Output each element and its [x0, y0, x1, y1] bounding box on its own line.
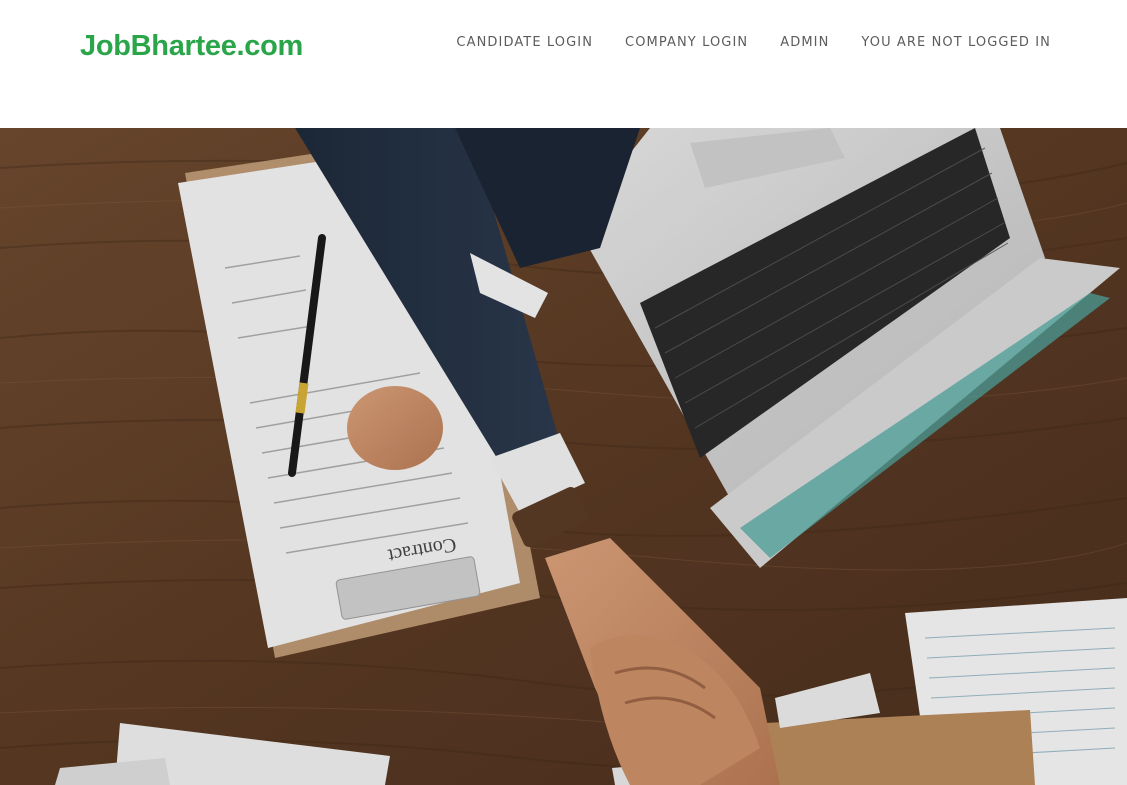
hero-banner: Contract [0, 128, 1127, 785]
nav-company-login[interactable]: COMPANY LOGIN [625, 36, 748, 50]
nav-candidate-login[interactable]: CANDIDATE LOGIN [456, 36, 593, 50]
hero-image: Contract [0, 128, 1127, 785]
nav-links: CANDIDATE LOGIN COMPANY LOGIN ADMIN YOU … [456, 36, 1051, 50]
top-navbar: JobBhartee.com CANDIDATE LOGIN COMPANY L… [0, 0, 1127, 128]
nav-login-status[interactable]: YOU ARE NOT LOGGED IN [861, 36, 1051, 50]
nav-admin[interactable]: ADMIN [780, 36, 829, 50]
brand-logo[interactable]: JobBhartee.com [80, 30, 303, 63]
